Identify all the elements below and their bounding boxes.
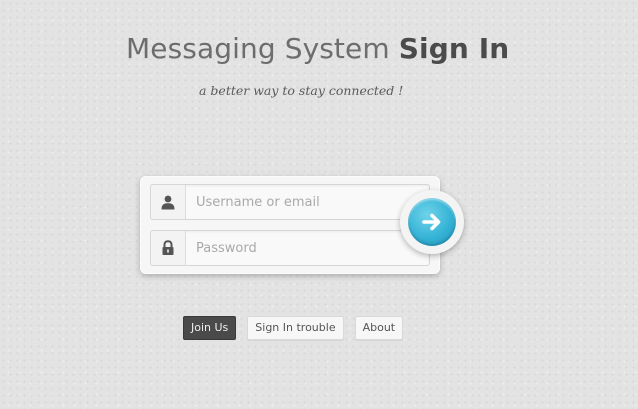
footer-links: Join Us Sign In trouble About xyxy=(183,316,404,340)
submit-button[interactable] xyxy=(408,198,456,246)
login-card xyxy=(140,176,440,274)
submit-ring xyxy=(400,190,464,254)
password-input[interactable] xyxy=(186,231,429,265)
tagline: a better way to stay connected ! xyxy=(199,83,404,98)
arrow-right-icon xyxy=(421,211,443,233)
page-title: Messaging System Sign In xyxy=(126,32,509,65)
join-us-link[interactable]: Join Us xyxy=(183,316,237,340)
sign-in-trouble-link[interactable]: Sign In trouble xyxy=(247,316,344,340)
username-field xyxy=(150,184,430,220)
password-field xyxy=(150,230,430,266)
lock-icon xyxy=(151,231,186,265)
about-link[interactable]: About xyxy=(354,316,404,340)
username-input[interactable] xyxy=(186,185,429,219)
user-icon xyxy=(151,185,186,219)
title-bold: Sign In xyxy=(398,32,510,65)
title-light: Messaging System xyxy=(126,32,390,65)
